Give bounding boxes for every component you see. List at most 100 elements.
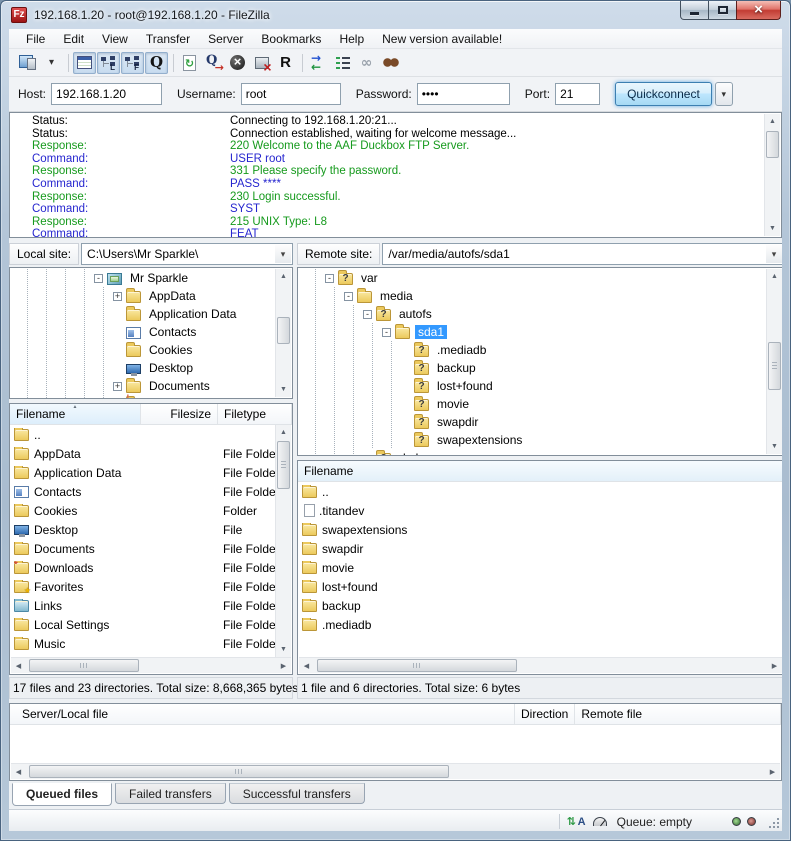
scroll-left-button[interactable]: ◀: [299, 658, 314, 673]
tree-item-selected[interactable]: -sda1: [298, 323, 766, 341]
tree-item[interactable]: Desktop: [10, 359, 275, 377]
tree-item[interactable]: -Mr Sparkle: [10, 269, 275, 287]
toggle-log-button[interactable]: [73, 52, 96, 74]
tree-item[interactable]: swapextensions: [298, 431, 766, 449]
tree-item[interactable]: Application Data: [10, 305, 275, 323]
toggle-local-tree-button[interactable]: L: [97, 52, 120, 74]
remote-site-combobox[interactable]: /var/media/autofs/sda1: [382, 243, 782, 265]
tree-item[interactable]: Contacts: [10, 323, 275, 341]
menu-item-bookmarks[interactable]: Bookmarks: [252, 30, 330, 48]
tab-queued-files[interactable]: Queued files: [12, 783, 112, 806]
file-row[interactable]: MusicFile Folder: [10, 634, 275, 653]
column-header-filename[interactable]: Filename: [298, 461, 782, 481]
host-input[interactable]: [51, 83, 162, 105]
refresh-button[interactable]: [178, 52, 201, 74]
menu-item-new-version[interactable]: New version available!: [373, 30, 511, 48]
tree-item[interactable]: swapdir: [298, 413, 766, 431]
file-row[interactable]: lost+found: [298, 577, 782, 596]
sync-browsing-button[interactable]: [355, 52, 378, 74]
log-scrollbar[interactable]: ▲ ▼: [764, 114, 780, 236]
scroll-up-button[interactable]: ▲: [767, 269, 782, 284]
chevron-down-icon[interactable]: [275, 245, 291, 263]
local-list-hscrollbar[interactable]: ◀ ▶: [11, 657, 291, 673]
tree-item[interactable]: +Downloads: [10, 395, 275, 398]
queue-column-direction[interactable]: Direction: [515, 704, 575, 724]
file-row[interactable]: movie: [298, 558, 782, 577]
remote-tree-scrollbar[interactable]: ▲ ▼: [766, 269, 782, 454]
local-tree-scrollbar[interactable]: ▲ ▼: [275, 269, 291, 397]
column-header-filesize[interactable]: Filesize: [141, 404, 218, 424]
process-queue-button[interactable]: Q: [202, 52, 225, 74]
port-input[interactable]: [555, 83, 600, 105]
file-row[interactable]: ..: [298, 482, 782, 501]
quickconnect-button[interactable]: Quickconnect: [615, 82, 712, 106]
site-manager-dropdown-button[interactable]: [40, 52, 63, 74]
expander-icon[interactable]: -: [94, 274, 103, 283]
local-site-combobox[interactable]: C:\Users\Mr Sparkle\: [81, 243, 293, 265]
search-button[interactable]: [379, 52, 402, 74]
scroll-right-button[interactable]: ▶: [276, 658, 291, 673]
menu-item-transfer[interactable]: Transfer: [137, 30, 199, 48]
minimize-button[interactable]: [680, 1, 709, 20]
menu-item-view[interactable]: View: [93, 30, 137, 48]
file-row[interactable]: .mediadb: [298, 615, 782, 634]
scroll-right-button[interactable]: ▶: [765, 764, 780, 779]
scrollbar-thumb[interactable]: [317, 659, 517, 672]
quickconnect-dropdown-button[interactable]: [715, 82, 733, 106]
file-row[interactable]: DesktopFile: [10, 520, 275, 539]
username-input[interactable]: [241, 83, 341, 105]
tree-item[interactable]: lost+found: [298, 377, 766, 395]
queue-hscrollbar[interactable]: ◀ ▶: [11, 763, 780, 779]
tree-item[interactable]: -autofs: [298, 305, 766, 323]
expander-icon[interactable]: +: [113, 292, 122, 301]
scroll-down-button[interactable]: ▼: [765, 221, 780, 236]
tree-item[interactable]: -var: [298, 269, 766, 287]
scrollbar-thumb[interactable]: [277, 317, 290, 344]
scroll-left-button[interactable]: ◀: [11, 764, 26, 779]
menu-item-file[interactable]: File: [17, 30, 54, 48]
file-row[interactable]: backup: [298, 596, 782, 615]
menu-item-edit[interactable]: Edit: [54, 30, 93, 48]
file-row[interactable]: ContactsFile Folder: [10, 482, 275, 501]
scrollbar-thumb[interactable]: [29, 659, 139, 672]
listing-filter-button[interactable]: [331, 52, 354, 74]
maximize-button[interactable]: [708, 1, 737, 20]
reconnect-button[interactable]: R: [274, 52, 297, 74]
file-row[interactable]: DownloadsFile Folder: [10, 558, 275, 577]
file-row[interactable]: ..: [10, 425, 275, 444]
expander-icon[interactable]: -: [325, 274, 334, 283]
scroll-up-button[interactable]: ▲: [276, 269, 291, 284]
file-row[interactable]: DocumentsFile Folder: [10, 539, 275, 558]
tree-item[interactable]: Cookies: [10, 341, 275, 359]
scrollbar-thumb[interactable]: [768, 342, 781, 390]
resize-grip[interactable]: [767, 816, 781, 830]
expander-icon[interactable]: -: [363, 310, 372, 319]
speed-limit-icon[interactable]: [593, 817, 607, 826]
tab-failed-transfers[interactable]: Failed transfers: [115, 783, 226, 804]
file-row[interactable]: swapextensions: [298, 520, 782, 539]
toggle-remote-tree-button[interactable]: F: [121, 52, 144, 74]
tree-item[interactable]: dvd: [298, 449, 766, 455]
scroll-left-button[interactable]: ◀: [11, 658, 26, 673]
file-row[interactable]: Local SettingsFile Folder: [10, 615, 275, 634]
scroll-down-button[interactable]: ▼: [276, 382, 291, 397]
menu-item-help[interactable]: Help: [330, 30, 373, 48]
tree-item[interactable]: +AppData: [10, 287, 275, 305]
local-list-vscrollbar[interactable]: ▲ ▼: [275, 425, 291, 657]
queue-column-local-file[interactable]: Server/Local file: [10, 704, 515, 724]
expander-icon[interactable]: -: [382, 328, 391, 337]
titlebar[interactable]: 192.168.1.20 - root@192.168.1.20 - FileZ…: [1, 1, 790, 29]
chevron-down-icon[interactable]: [766, 245, 782, 263]
queue-column-remote-file[interactable]: Remote file: [575, 704, 781, 724]
remote-list-hscrollbar[interactable]: ◀ ▶: [299, 657, 782, 673]
scroll-up-button[interactable]: ▲: [765, 114, 780, 129]
site-manager-button[interactable]: [16, 52, 39, 74]
file-row[interactable]: swapdir: [298, 539, 782, 558]
scroll-down-button[interactable]: ▼: [276, 642, 291, 657]
column-header-filename[interactable]: Filename: [10, 404, 141, 424]
file-row[interactable]: LinksFile Folder: [10, 596, 275, 615]
disconnect-button[interactable]: [250, 52, 273, 74]
scroll-right-button[interactable]: ▶: [767, 658, 782, 673]
toggle-queue-button[interactable]: Q: [145, 52, 168, 74]
file-row[interactable]: Application DataFile Folder: [10, 463, 275, 482]
